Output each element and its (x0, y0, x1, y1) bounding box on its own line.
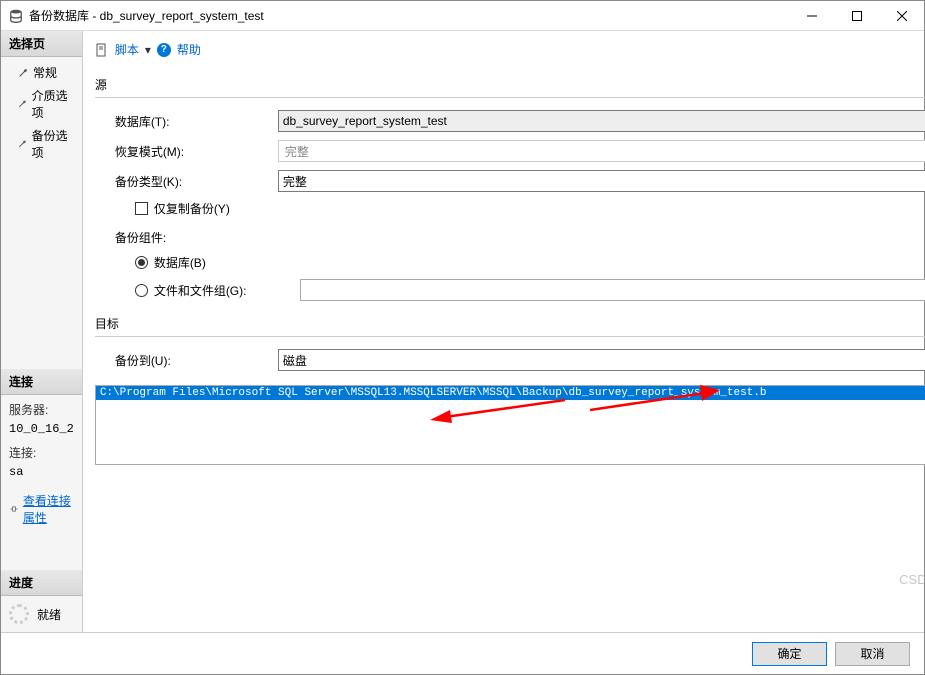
content-panel: 脚本 ▾ ? 帮助 源 数据库(T): db_survey_report_sys… (83, 31, 925, 632)
filegroups-input[interactable] (300, 279, 925, 301)
view-connection-props-link[interactable]: 查看连接属性 (23, 492, 74, 526)
sidebar-item-media-options[interactable]: 介质选项 (1, 84, 82, 124)
copy-only-label: 仅复制备份(Y) (154, 200, 230, 217)
progress-section: 进度 就绪 (1, 570, 82, 632)
database-select-value: db_survey_report_system_test (283, 114, 447, 128)
backup-to-label: 备份到(U): (115, 352, 270, 369)
source-group-title: 源 (95, 72, 925, 97)
sidebar-item-general[interactable]: 常规 (1, 61, 82, 84)
script-dropdown-arrow[interactable]: ▾ (145, 43, 151, 57)
copy-only-checkbox[interactable] (135, 202, 148, 215)
backup-type-value: 完整 (283, 173, 307, 190)
progress-header: 进度 (1, 570, 82, 596)
backup-type-label: 备份类型(K): (115, 173, 270, 190)
radio-filegroups-row[interactable]: 文件和文件组(G): ... (95, 275, 925, 305)
destination-group: 目标 备份到(U): 磁盘 ⌄ C:\Program Files\Micr (95, 311, 925, 469)
cancel-button[interactable]: 取消 (835, 642, 910, 666)
backup-component-label: 备份组件: (115, 229, 270, 246)
sidebar-item-label: 备份选项 (32, 127, 74, 161)
source-group: 源 数据库(T): db_survey_report_system_test ⌄… (95, 72, 925, 305)
backup-to-value: 磁盘 (283, 352, 307, 369)
maximize-button[interactable] (834, 1, 879, 31)
sidebar-item-label: 介质选项 (32, 87, 74, 121)
dialog-window: 备份数据库 - db_survey_report_system_test 选择页… (0, 0, 925, 675)
connection-info: 服务器: 10_0_16_2 连接: sa (1, 395, 82, 488)
view-connection-props[interactable]: 查看连接属性 (1, 488, 82, 530)
wrench-icon (17, 98, 28, 110)
database-icon (9, 9, 23, 23)
close-button[interactable] (879, 1, 924, 31)
radio-database[interactable] (135, 256, 148, 269)
backup-to-select[interactable]: 磁盘 ⌄ (278, 349, 925, 371)
titlebar: 备份数据库 - db_survey_report_system_test (1, 1, 924, 31)
select-page-header: 选择页 (1, 31, 82, 57)
script-button[interactable]: 脚本 (115, 41, 139, 58)
radio-database-row[interactable]: 数据库(B) (95, 250, 925, 275)
connection-icon (9, 503, 19, 515)
server-label: 服务器: (9, 401, 74, 420)
content-toolbar: 脚本 ▾ ? 帮助 (95, 39, 925, 66)
sidebar: 选择页 常规 介质选项 备份选项 连接 服务器: (1, 31, 83, 632)
radio-filegroups-label: 文件和文件组(G): (154, 282, 294, 299)
script-icon (95, 43, 109, 57)
window-controls (789, 1, 924, 31)
connection-header: 连接 (1, 369, 82, 395)
progress-status-row: 就绪 (1, 596, 82, 632)
sidebar-item-label: 常规 (33, 64, 57, 81)
destination-list[interactable]: C:\Program Files\Microsoft SQL Server\MS… (95, 385, 925, 465)
copy-only-checkbox-row[interactable]: 仅复制备份(Y) (95, 196, 925, 221)
recovery-mode-label: 恢复模式(M): (115, 143, 270, 160)
watermark: CSDN @木白星枝 (899, 569, 925, 588)
server-value: 10_0_16_2 (9, 420, 74, 439)
spinner-icon (9, 604, 29, 624)
destination-group-title: 目标 (95, 311, 925, 336)
database-label: 数据库(T): (115, 113, 270, 130)
destination-path-item[interactable]: C:\Program Files\Microsoft SQL Server\MS… (96, 386, 925, 400)
recovery-mode-value: 完整 (278, 140, 925, 162)
radio-database-label: 数据库(B) (154, 254, 206, 271)
progress-status: 就绪 (37, 606, 61, 623)
dialog-footer: 确定 取消 (1, 632, 924, 674)
main-area: 选择页 常规 介质选项 备份选项 连接 服务器: (1, 31, 924, 632)
wrench-icon (17, 138, 28, 150)
connection-section: 连接 服务器: 10_0_16_2 连接: sa 查看连接属性 (1, 369, 82, 530)
window-title: 备份数据库 - db_survey_report_system_test (29, 7, 789, 24)
help-icon: ? (157, 43, 171, 57)
database-select[interactable]: db_survey_report_system_test ⌄ (278, 110, 925, 132)
minimize-button[interactable] (789, 1, 834, 31)
help-button[interactable]: 帮助 (177, 41, 201, 58)
radio-filegroups[interactable] (135, 284, 148, 297)
page-list: 常规 介质选项 备份选项 (1, 57, 82, 168)
backup-type-select[interactable]: 完整 ⌄ (278, 170, 925, 192)
connection-value: sa (9, 463, 74, 482)
sidebar-item-backup-options[interactable]: 备份选项 (1, 124, 82, 164)
destination-area: C:\Program Files\Microsoft SQL Server\MS… (95, 385, 925, 469)
wrench-icon (17, 67, 29, 79)
connection-label: 连接: (9, 444, 74, 463)
ok-button[interactable]: 确定 (752, 642, 827, 666)
